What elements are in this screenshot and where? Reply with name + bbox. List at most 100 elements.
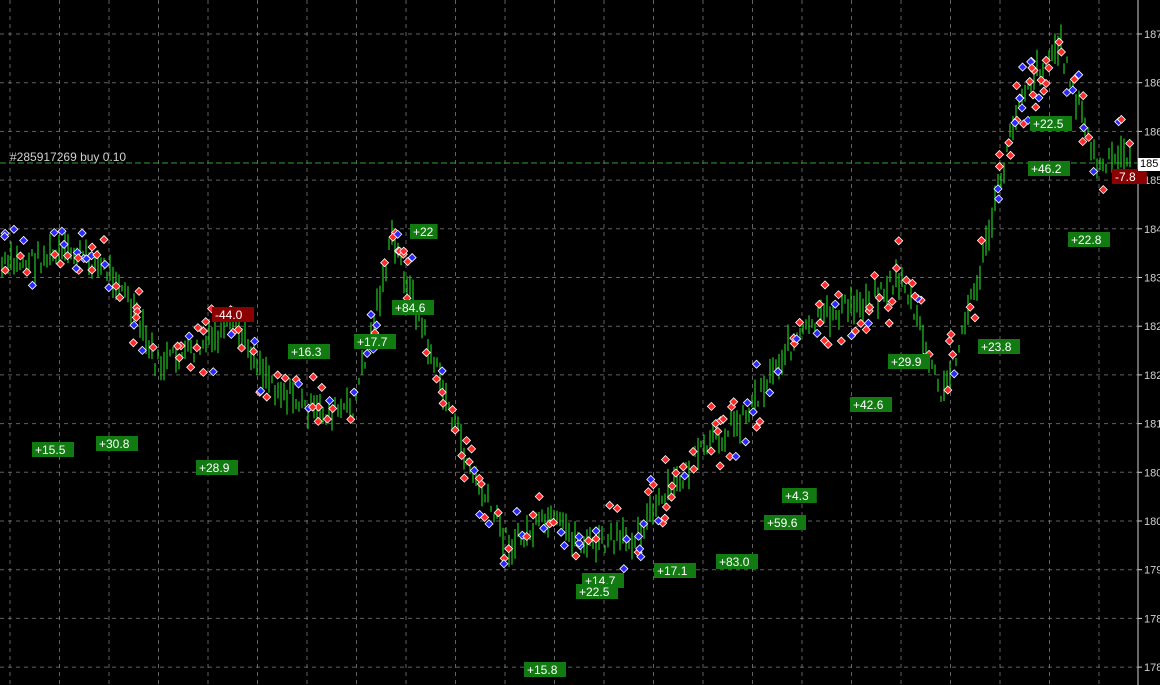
buy-arrow-icon[interactable] [55,259,65,269]
buy-arrow-icon[interactable] [1025,76,1035,87]
sell-arrow-icon[interactable] [742,398,752,408]
buy-arrow-icon[interactable] [713,426,723,436]
sell-arrow-icon[interactable] [741,437,751,447]
buy-arrow-icon[interactable] [944,336,954,346]
sell-arrow-icon[interactable] [994,194,1004,204]
sell-arrow-icon[interactable] [19,235,29,246]
buy-arrow-icon[interactable] [534,491,544,502]
buy-arrow-icon[interactable] [946,329,956,339]
sell-arrow-icon[interactable] [59,239,69,249]
buy-arrow-icon[interactable] [820,280,830,290]
buy-arrow-icon[interactable] [467,444,477,454]
buy-arrow-icon[interactable] [605,500,615,510]
buy-arrow-icon[interactable] [262,392,272,402]
sell-arrow-icon[interactable] [539,523,549,533]
buy-arrow-icon[interactable] [431,374,442,384]
buy-arrow-icon[interactable] [1078,91,1088,101]
buy-arrow-icon[interactable] [965,302,975,312]
buy-arrow-icon[interactable] [583,536,594,546]
buy-arrow-icon[interactable] [461,435,472,446]
sell-arrow-icon[interactable] [556,527,566,537]
buy-arrow-icon[interactable] [186,362,196,372]
buy-arrow-icon[interactable] [1056,47,1066,57]
buy-arrow-icon[interactable] [115,293,125,303]
buy-arrow-icon[interactable] [1054,37,1064,47]
buy-arrow-icon[interactable] [447,404,458,415]
buy-arrow-icon[interactable] [99,234,109,245]
buy-arrow-icon[interactable] [976,235,987,246]
sell-arrow-icon[interactable] [748,407,758,417]
sell-arrow-icon[interactable] [362,348,372,358]
buy-arrow-icon[interactable] [874,293,884,303]
buy-arrow-icon[interactable] [421,348,431,358]
sell-arrow-icon[interactable] [812,328,822,338]
buy-arrow-icon[interactable] [459,473,469,483]
buy-arrow-icon[interactable] [1098,185,1108,195]
buy-arrow-icon[interactable] [322,414,333,424]
buy-arrow-icon[interactable] [437,387,447,397]
sell-arrow-icon[interactable] [559,540,569,551]
buy-arrow-icon[interactable] [814,299,824,309]
buy-arrow-icon[interactable] [313,416,323,426]
buy-arrow-icon[interactable] [148,342,158,352]
buy-arrow-icon[interactable] [948,350,958,360]
buy-arrow-icon[interactable] [643,487,653,497]
buy-arrow-icon[interactable] [994,161,1005,172]
sell-arrow-icon[interactable] [731,451,741,461]
sell-arrow-icon[interactable] [104,283,114,293]
buy-arrow-icon[interactable] [612,503,622,514]
sell-arrow-icon[interactable] [437,366,447,376]
buy-arrow-icon[interactable] [1084,132,1094,142]
buy-arrow-icon[interactable] [661,502,672,512]
buy-arrow-icon[interactable] [1125,138,1135,148]
buy-arrow-icon[interactable] [891,263,902,273]
buy-arrow-icon[interactable] [22,267,32,277]
buy-arrow-icon[interactable] [87,242,97,252]
buy-arrow-icon[interactable] [1031,102,1041,112]
buy-arrow-icon[interactable] [1004,138,1014,148]
buy-arrow-icon[interactable] [667,481,677,491]
sell-arrow-icon[interactable] [499,559,509,569]
sell-arrow-icon[interactable] [619,564,629,574]
buy-arrow-icon[interactable] [1039,86,1049,96]
buy-arrow-icon[interactable] [870,270,880,281]
sell-arrow-icon[interactable] [1017,62,1028,72]
sell-arrow-icon[interactable] [325,396,335,406]
buy-arrow-icon[interactable] [273,370,283,380]
sell-arrow-icon[interactable] [9,224,19,234]
buy-arrow-icon[interactable] [308,372,318,382]
sell-arrow-icon[interactable] [77,228,87,238]
chart-canvas[interactable]: 187 186 186 185 184 183 182 182 181 180 180 179 178 1… [0,0,1160,685]
buy-arrow-icon[interactable] [493,508,503,518]
sell-arrow-icon[interactable] [751,359,762,369]
buy-arrow-icon[interactable] [815,318,825,328]
buy-arrow-icon[interactable] [884,318,894,328]
sell-arrow-icon[interactable] [949,369,959,379]
sell-arrow-icon[interactable] [680,471,690,481]
buy-arrow-icon[interactable] [706,401,716,411]
buy-arrow-icon[interactable] [970,313,980,323]
sell-arrow-icon[interactable] [574,532,584,542]
buy-arrow-icon[interactable] [894,236,904,246]
sell-arrow-icon[interactable] [1079,123,1089,133]
buy-arrow-icon[interactable] [660,455,671,465]
sell-arrow-icon[interactable] [469,465,479,476]
sell-arrow-icon[interactable] [184,331,194,341]
buy-arrow-icon[interactable] [688,446,698,457]
buy-arrow-icon[interactable] [50,249,60,260]
sell-arrow-icon[interactable] [512,506,522,516]
buy-arrow-icon[interactable] [836,336,846,346]
buy-arrow-icon[interactable] [134,286,144,296]
buy-arrow-icon[interactable] [715,461,725,471]
buy-arrow-icon[interactable] [571,551,581,561]
buy-arrow-icon[interactable] [994,149,1005,160]
buy-arrow-icon[interactable] [833,290,844,300]
buy-arrow-icon[interactable] [380,258,390,268]
buy-arrow-icon[interactable] [706,446,716,456]
buy-arrow-icon[interactable] [671,468,681,478]
buy-arrow-icon[interactable] [1005,150,1016,160]
buy-arrow-icon[interactable] [128,338,138,348]
sell-arrow-icon[interactable] [100,259,110,269]
buy-arrow-icon[interactable] [1078,137,1088,147]
sell-arrow-icon[interactable] [137,345,147,355]
